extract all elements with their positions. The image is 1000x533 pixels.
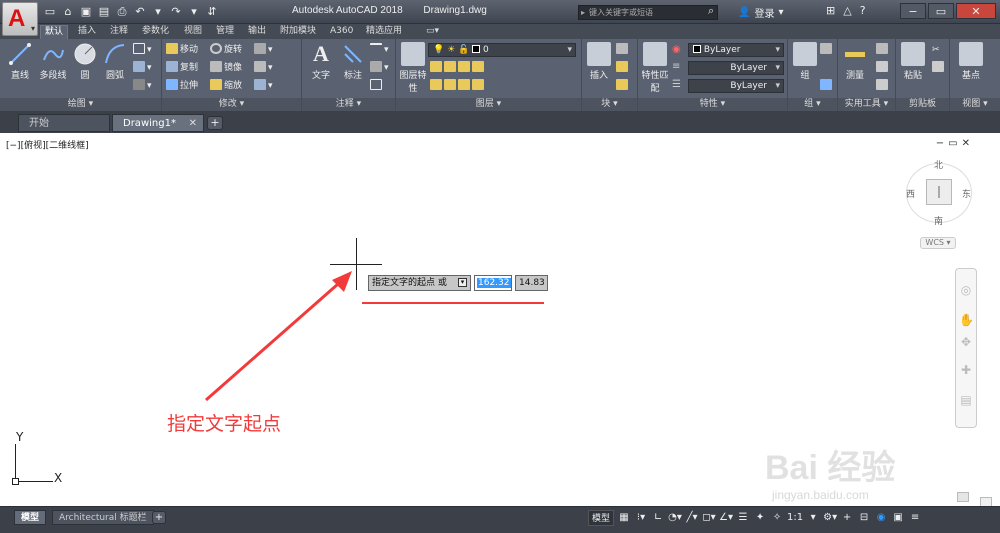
ortho-icon[interactable]: ∟ bbox=[651, 510, 665, 526]
grid-icon[interactable]: ▦ bbox=[617, 510, 631, 526]
ucs-y-axis bbox=[15, 444, 16, 482]
layout-tab-label: Architectural 标题栏 bbox=[59, 513, 147, 523]
chevron-down-icon[interactable]: ▾ bbox=[806, 510, 820, 526]
object-tracking-icon[interactable]: ∠▾ bbox=[719, 510, 733, 526]
isodraft-icon[interactable]: ╱▾ bbox=[685, 510, 699, 526]
gear-icon[interactable]: ⚙▾ bbox=[823, 510, 837, 526]
arrow-head bbox=[332, 271, 352, 292]
clean-screen-icon[interactable]: ▣ bbox=[891, 510, 905, 526]
osnap-icon[interactable]: ◻▾ bbox=[702, 510, 716, 526]
model-space-button[interactable]: 模型 bbox=[588, 510, 615, 526]
chevron-down-icon: ▾ bbox=[30, 24, 35, 33]
hardware-accel-icon[interactable]: ◉ bbox=[874, 510, 888, 526]
ucs-x-label: X bbox=[54, 471, 63, 485]
watermark-url: jingyan.baidu.com bbox=[772, 488, 869, 502]
application-menu-button[interactable]: A ▾ bbox=[2, 2, 38, 36]
annotation-underline bbox=[362, 302, 544, 304]
add-icon[interactable]: + bbox=[840, 510, 854, 526]
annotation-label: 指定文字起点 bbox=[167, 413, 282, 435]
arrow-shaft bbox=[205, 282, 339, 402]
status-bar: 模型 Architectural 标题栏 + 模型 ▦ ⁝▾ ∟ ◔▾ ╱▾ ◻… bbox=[0, 506, 1000, 533]
polar-icon[interactable]: ◔▾ bbox=[668, 510, 682, 526]
lineweight-toggle-icon[interactable]: ☰ bbox=[736, 510, 750, 526]
ucs-x-axis bbox=[15, 481, 53, 482]
ucs-y-label: Y bbox=[16, 430, 24, 444]
watermark: Bai 经验 bbox=[765, 449, 896, 487]
ucs-origin-icon bbox=[12, 478, 19, 485]
snap-icon[interactable]: ⁝▾ bbox=[634, 510, 648, 526]
horizontal-scrollbar[interactable] bbox=[957, 492, 969, 502]
menu-icon[interactable]: ≡ bbox=[908, 510, 922, 526]
auto-scale-icon[interactable]: ✧ bbox=[770, 510, 784, 526]
annotation-scale[interactable]: 1:1 bbox=[787, 510, 803, 526]
layout-tab-label: 模型 bbox=[21, 513, 40, 523]
annotation-visibility-icon[interactable]: ✦ bbox=[753, 510, 767, 526]
status-toggles: 模型 ▦ ⁝▾ ∟ ◔▾ ╱▾ ◻▾ ∠▾ ☰ ✦ ✧ 1:1 ▾ ⚙▾ + ⊟… bbox=[588, 510, 922, 526]
isolate-icon[interactable]: ⊟ bbox=[857, 510, 871, 526]
layout-tab-architectural[interactable]: Architectural 标题栏 bbox=[52, 510, 154, 525]
add-layout-button[interactable]: + bbox=[152, 511, 166, 524]
autocad-logo-icon: A bbox=[8, 5, 26, 32]
layout-tab-model[interactable]: 模型 bbox=[14, 510, 47, 525]
